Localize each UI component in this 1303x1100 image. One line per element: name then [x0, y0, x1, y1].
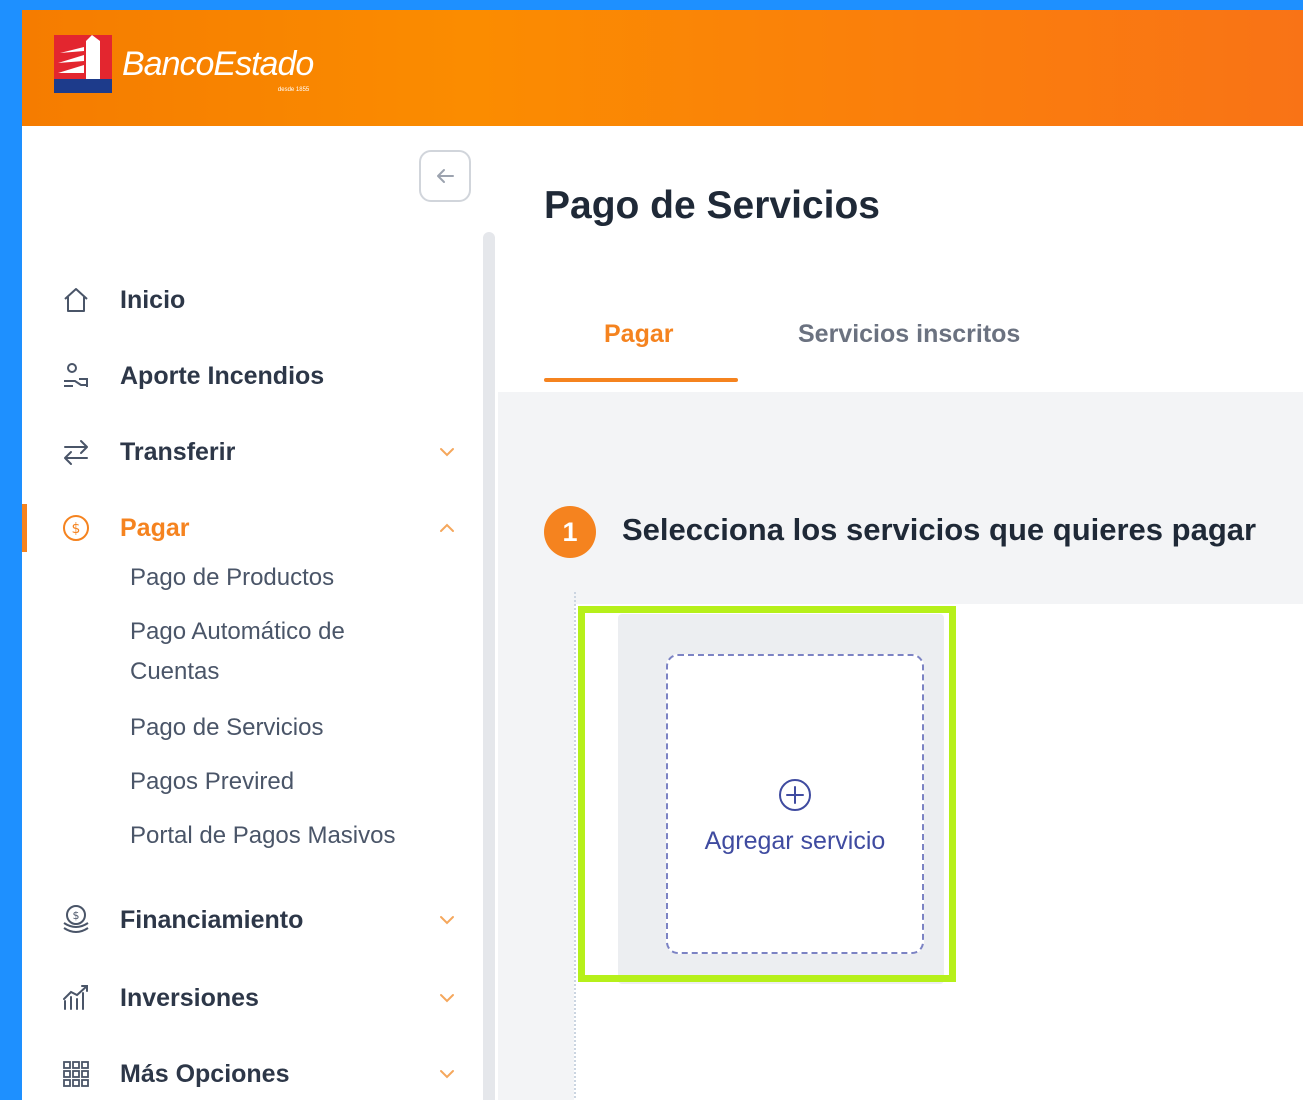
sidebar-item-label: Transferir — [120, 437, 236, 466]
page-title: Pago de Servicios — [544, 184, 880, 227]
sidebar-item-inicio[interactable]: Inicio — [22, 276, 482, 324]
sidebar: Inicio Aporte Incendios Transferir $ Pag… — [22, 126, 498, 1100]
sidebar-subitem-portal-pagos-masivos[interactable]: Portal de Pagos Masivos — [130, 816, 470, 856]
sidebar-subitem-pago-servicios[interactable]: Pago de Servicios — [130, 708, 470, 748]
sidebar-item-label: Pagar — [120, 513, 190, 542]
chevron-down-icon — [436, 441, 458, 463]
chart-growth-icon — [60, 982, 92, 1014]
sidebar-item-label: Financiamiento — [120, 905, 304, 934]
chevron-down-icon — [436, 1063, 458, 1085]
svg-text:$: $ — [72, 521, 81, 537]
sidebar-subitem-pago-productos[interactable]: Pago de Productos — [130, 558, 470, 598]
sidebar-item-mas-opciones[interactable]: Más Opciones — [22, 1050, 482, 1098]
hand-donation-icon — [60, 360, 92, 392]
sidebar-item-label: Más Opciones — [120, 1059, 290, 1088]
svg-text:$: $ — [73, 909, 80, 922]
sidebar-item-transferir[interactable]: Transferir — [22, 428, 482, 476]
app-frame: BancoEstado desde 1855 Inicio Aporte Inc… — [22, 10, 1303, 1100]
top-header: BancoEstado desde 1855 — [22, 10, 1303, 126]
dollar-circle-icon: $ — [60, 512, 92, 544]
sidebar-item-aporte-incendios[interactable]: Aporte Incendios — [22, 352, 482, 400]
sidebar-subitem-pagos-previred[interactable]: Pagos Previred — [130, 762, 470, 802]
chevron-down-icon — [436, 987, 458, 1009]
chevron-down-icon — [436, 909, 458, 931]
tab-servicios-inscritos[interactable]: Servicios inscritos — [798, 320, 1020, 349]
coins-stack-icon: $ — [60, 904, 92, 936]
step-number-badge: 1 — [544, 506, 596, 558]
tab-pagar[interactable]: Pagar — [604, 320, 673, 349]
sidebar-item-financiamiento[interactable]: $ Financiamiento — [22, 896, 482, 944]
collapse-sidebar-button[interactable] — [419, 150, 471, 202]
arrow-left-icon — [437, 169, 454, 183]
highlight-box — [578, 606, 956, 982]
transfer-arrows-icon — [60, 436, 92, 468]
bancoestado-logo-icon — [54, 35, 112, 93]
brand-logo[interactable]: BancoEstado desde 1855 — [54, 34, 314, 94]
sidebar-item-label: Aporte Incendios — [120, 361, 325, 390]
sidebar-item-inversiones[interactable]: Inversiones — [22, 974, 482, 1022]
main-header: Pago de Servicios Pagar Servicios inscri… — [498, 126, 1303, 392]
grid-icon — [60, 1058, 92, 1090]
main-content: Pago de Servicios Pagar Servicios inscri… — [498, 126, 1303, 1100]
brand-tagline: desde 1855 — [277, 87, 310, 93]
sidebar-item-pagar[interactable]: $ Pagar — [22, 504, 482, 552]
sidebar-item-label: Inicio — [120, 285, 186, 314]
step-connector-line — [574, 592, 576, 1100]
sidebar-subitem-pago-automatico[interactable]: Pago Automático de Cuentas — [130, 612, 400, 692]
home-icon — [60, 284, 92, 316]
chevron-up-icon — [436, 517, 458, 539]
sidebar-scrollbar[interactable] — [483, 232, 495, 1100]
step-title: Selecciona los servicios que quieres pag… — [622, 512, 1257, 547]
active-tab-underline — [544, 378, 738, 382]
sidebar-item-label: Inversiones — [120, 983, 259, 1012]
brand-name: BancoEstado desde 1855 — [122, 45, 314, 93]
